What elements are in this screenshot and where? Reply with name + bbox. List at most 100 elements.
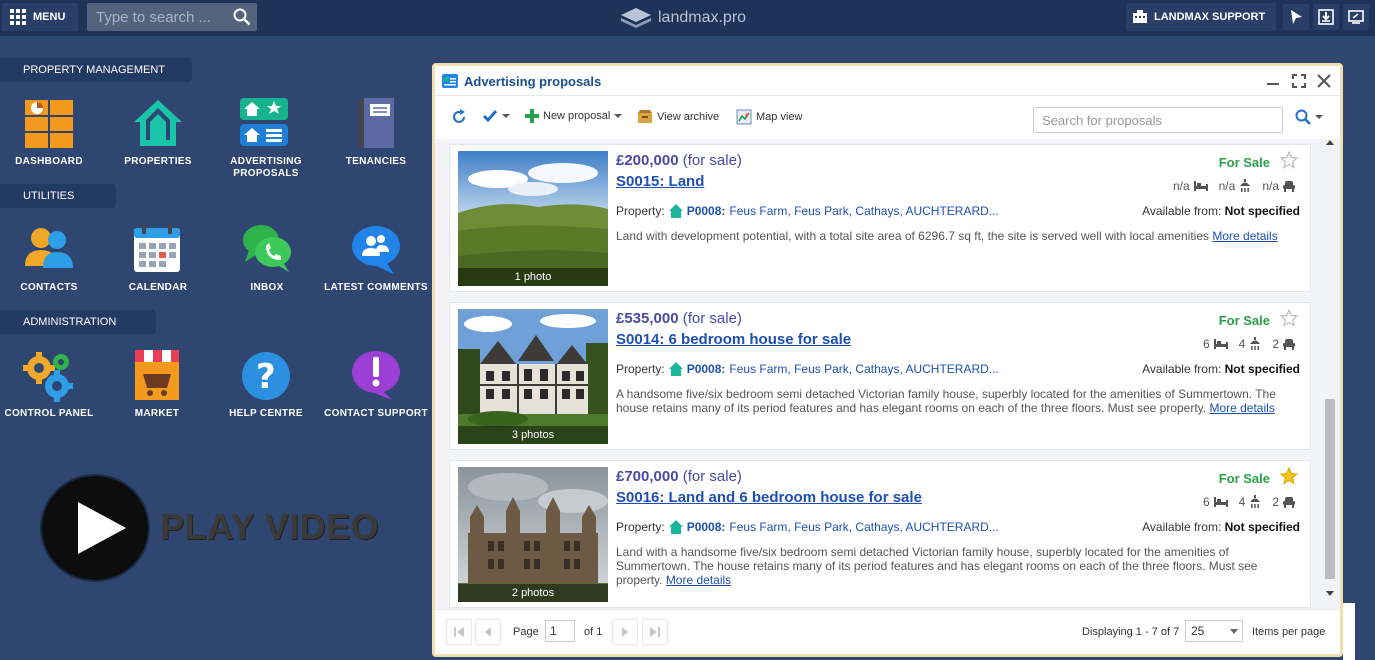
play-video-button[interactable] (42, 476, 148, 580)
displaying-count: Displaying 1 - 7 of 7 (1082, 626, 1180, 638)
proposal-price: £535,000 (for sale) (616, 310, 742, 327)
nav-tile-dashboard[interactable]: DASHBOARD (0, 96, 104, 168)
global-search-input[interactable] (87, 3, 227, 31)
nav-tile-contact-support[interactable]: CONTACT SUPPORT (321, 348, 431, 420)
search-icon[interactable] (233, 8, 251, 26)
maximize-button[interactable] (1290, 72, 1308, 90)
property-code-link[interactable]: P0008: (687, 204, 726, 218)
status-badge: For Sale (1218, 471, 1270, 486)
section-utilities: UTILITIES (0, 184, 116, 208)
star-filled-icon[interactable] (1280, 467, 1298, 485)
scroll-up-icon[interactable] (1326, 139, 1334, 147)
scrollbar-thumb[interactable] (1325, 399, 1335, 579)
building-icon (1133, 10, 1147, 23)
nav-tile-market[interactable]: MARKET (102, 348, 212, 420)
close-button[interactable] (1315, 72, 1333, 90)
property-code-link[interactable]: P0008: (687, 520, 726, 534)
window-title: Advertising proposals (464, 74, 602, 89)
view-archive-label: View archive (657, 111, 720, 123)
prev-page-button[interactable] (475, 619, 501, 645)
proposal-search-button[interactable] (1295, 109, 1323, 125)
select-dropdown-button[interactable] (482, 109, 510, 123)
nav-tile-help-centre[interactable]: ? HELP CENTRE (211, 348, 321, 420)
receptions-count: 2 (1272, 337, 1279, 351)
comments-icon (352, 226, 400, 274)
nav-tile-contacts[interactable]: CONTACTS (0, 222, 104, 294)
view-archive-button[interactable]: View archive (637, 109, 719, 125)
search-icon (1295, 109, 1311, 125)
property-address-link[interactable]: Feus Farm, Feus Park, Cathays, AUCHTERAR… (729, 520, 998, 534)
more-details-link[interactable]: More details (666, 573, 731, 587)
minimize-button[interactable] (1264, 72, 1282, 90)
more-details-link[interactable]: More details (1209, 401, 1274, 415)
available-value: Not specified (1224, 204, 1300, 218)
house-icon (668, 520, 683, 534)
proposal-description: A handsome five/six bedroom semi detache… (616, 387, 1306, 415)
page-number-input[interactable] (545, 620, 575, 642)
map-view-button[interactable]: Map view (736, 109, 802, 125)
contacts-icon (25, 228, 73, 268)
nav-tile-properties[interactable]: PROPERTIES (103, 96, 213, 168)
window-title-bar[interactable]: Advertising proposals (435, 66, 1340, 96)
nav-tile-control-panel[interactable]: CONTROL PANEL (0, 348, 104, 420)
property-code-link[interactable]: P0008: (687, 362, 726, 376)
last-page-button[interactable] (642, 619, 668, 645)
house-photo (458, 309, 608, 444)
star-outline-icon[interactable] (1280, 309, 1298, 327)
list-scrollbar[interactable] (1323, 139, 1337, 609)
proposal-search-input[interactable] (1034, 108, 1282, 132)
items-per-page-select[interactable]: 25 (1185, 620, 1243, 642)
support-button[interactable]: LANDMAX SUPPORT (1126, 3, 1276, 31)
nav-tile-tenancies[interactable]: TENANCIES (321, 96, 431, 168)
menu-label: MENU (33, 11, 66, 23)
pagination-bar: Page of 1 Displaying 1 - 7 of 7 25 Items… (435, 609, 1340, 654)
new-proposal-button[interactable]: New proposal (525, 109, 623, 123)
property-specs: n/a n/a n/a (1167, 179, 1296, 193)
menu-button[interactable]: MENU (2, 3, 78, 31)
price-note: (for sale) (682, 152, 742, 169)
top-bar: MENU landmax.pro LANDMAX SUPPORT (0, 0, 1375, 36)
play-video-label[interactable]: PLAY VIDEO (160, 506, 379, 548)
scroll-down-icon[interactable] (1326, 589, 1334, 597)
nav-label-control-panel: CONTROL PANEL (4, 408, 94, 419)
more-details-link[interactable]: More details (1212, 229, 1277, 243)
download-button[interactable] (1313, 4, 1339, 30)
next-page-button[interactable] (612, 619, 638, 645)
proposal-price: £700,000 (for sale) (616, 468, 742, 485)
archive-icon (638, 110, 652, 123)
map-view-label: Map view (756, 111, 803, 123)
nav-tile-latest-comments[interactable]: LATEST COMMENTS (321, 222, 431, 294)
flag-icon (1291, 10, 1302, 24)
house-icon (134, 100, 182, 146)
proposal-card: 2 photos £700,000 (for sale) S0016: Land… (449, 460, 1311, 608)
armchair-icon (1283, 339, 1295, 350)
proposal-title-link[interactable]: S0014: 6 bedroom house for sale (616, 331, 851, 348)
bed-icon (1213, 339, 1228, 349)
proposal-title-link[interactable]: S0015: Land (616, 173, 704, 190)
refresh-button[interactable] (451, 109, 467, 125)
proposal-photo[interactable]: 2 photos (458, 467, 608, 602)
screen-button[interactable] (1343, 4, 1369, 30)
photo-count: 2 photos (458, 584, 608, 602)
nav-tile-advertising-proposals[interactable]: ADVERTISING PROPOSALS (211, 96, 321, 180)
proposal-title-link[interactable]: S0016: Land and 6 bedroom house for sale (616, 489, 922, 506)
first-page-button[interactable] (446, 619, 472, 645)
property-address-link[interactable]: Feus Farm, Feus Park, Cathays, AUCHTERAR… (729, 204, 998, 218)
nav-tile-inbox[interactable]: INBOX (212, 222, 322, 294)
chevron-down-icon (1230, 629, 1238, 634)
property-line: Property: P0008: Feus Farm, Feus Park, C… (616, 204, 999, 218)
close-icon (1317, 74, 1331, 88)
property-address-link[interactable]: Feus Farm, Feus Park, Cathays, AUCHTERAR… (729, 362, 998, 376)
proposal-description: Land with development potential, with a … (616, 229, 1306, 243)
nav-tile-calendar[interactable]: CALENDAR (103, 222, 213, 294)
baths-count: 4 (1238, 337, 1246, 351)
notifications-button[interactable] (1283, 4, 1309, 30)
nav-label-advertising-proposals: ADVERTISING PROPOSALS (230, 156, 302, 179)
shower-icon (1250, 495, 1261, 508)
proposals-list: 1 photo £200,000 (for sale) S0015: Land … (435, 139, 1340, 609)
description-text: A handsome five/six bedroom semi detache… (616, 387, 1276, 415)
star-outline-icon[interactable] (1280, 151, 1298, 169)
proposal-photo[interactable]: 1 photo (458, 151, 608, 286)
proposal-photo[interactable]: 3 photos (458, 309, 608, 444)
property-specs: 6 4 2 (1197, 337, 1296, 351)
